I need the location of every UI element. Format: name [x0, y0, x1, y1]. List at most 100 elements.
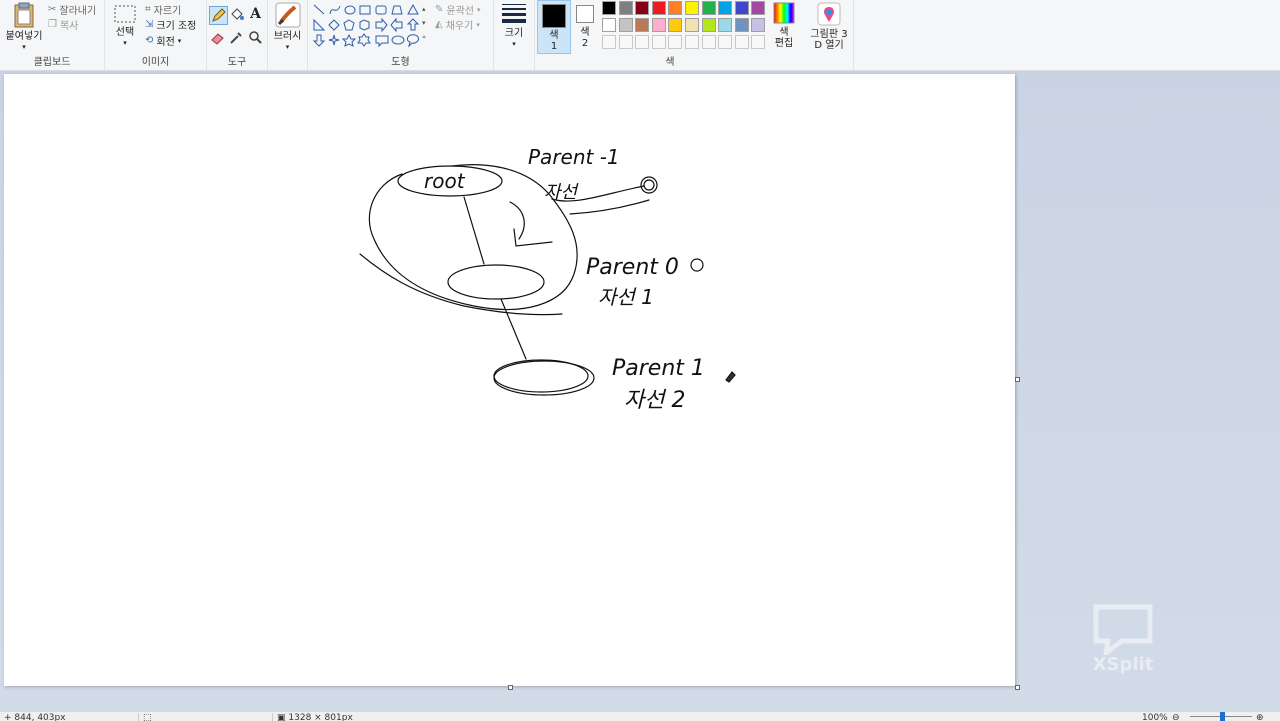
edit-colors-label-2: 편집: [774, 38, 794, 49]
copy-icon: ❐: [48, 19, 57, 30]
clipboard-group: 붙여넣기 ▾ ✂ 잘라내기 ❐ 복사 클립보드: [0, 0, 105, 70]
palette-swatch[interactable]: [618, 1, 633, 15]
eraser-tool-button[interactable]: [209, 29, 226, 46]
pencil-icon: [212, 8, 226, 22]
fill-tool-button[interactable]: [228, 6, 245, 23]
rotate-label: 회전: [156, 37, 175, 48]
paint3d-label-2: D 열기: [814, 40, 844, 51]
chevron-down-icon: ▾: [123, 39, 127, 47]
parent0-label: Parent 0: [586, 255, 679, 280]
rotate-icon: ⟲: [145, 35, 154, 46]
outline-button[interactable]: ✎ 윤곽선 ▾: [435, 2, 481, 17]
palette-swatch[interactable]: [718, 18, 733, 32]
select-label: 선택: [115, 27, 135, 38]
size-group: 크기 ▾: [494, 0, 535, 70]
palette-swatch[interactable]: [635, 1, 650, 15]
eyedropper-icon: [230, 32, 242, 44]
rotate-button[interactable]: ⟲ 회전 ▾: [145, 33, 181, 48]
palette-swatch[interactable]: [751, 18, 766, 32]
color1-label: 색: [549, 30, 559, 41]
size-button[interactable]: 크기 ▾: [498, 3, 530, 50]
palette-swatch[interactable]: [751, 1, 766, 15]
paste-label: 붙여넣기: [5, 31, 43, 42]
xsplit-watermark: XSplit: [1088, 603, 1158, 683]
palette-swatch[interactable]: [685, 18, 699, 32]
palette-swatch[interactable]: [668, 18, 683, 32]
cut-label: 잘라내기: [59, 6, 97, 17]
canvas-resize-handle-right[interactable]: [1015, 377, 1020, 382]
tools-group: A 도구: [207, 0, 268, 70]
palette-swatch[interactable]: [618, 18, 633, 32]
colors-group-label: 색: [665, 57, 675, 68]
shapes-scroll-button[interactable]: ▴ ▾ ⩡: [422, 2, 430, 46]
parent-minus1-label: Parent -1: [528, 145, 620, 169]
eraser-icon: [211, 33, 224, 45]
palette-swatch[interactable]: [635, 18, 650, 32]
palette-swatch[interactable]: [734, 18, 749, 32]
zoom-slider[interactable]: [1190, 712, 1252, 721]
custom-color-slot[interactable]: [651, 35, 666, 49]
parent1-node-ellipse-2: [493, 360, 595, 396]
palette-swatch[interactable]: [651, 1, 666, 15]
chevron-down-icon: ▾: [177, 36, 182, 45]
palette-swatch[interactable]: [685, 1, 699, 15]
custom-color-slot[interactable]: [618, 35, 633, 49]
select-button[interactable]: 선택 ▾: [109, 4, 141, 49]
custom-color-slot[interactable]: [734, 35, 749, 49]
text-tool-button[interactable]: A: [247, 6, 264, 23]
edit-colors-button[interactable]: 색 편집: [772, 2, 796, 49]
fill-label: 채우기: [445, 21, 474, 32]
custom-color-slot[interactable]: [718, 35, 733, 49]
palette-swatch[interactable]: [602, 1, 616, 15]
parent-minus1-dot-inner: [643, 179, 655, 191]
canvas-workspace: root Parent -1 자선 Parent 0 자선 1 Parent 1…: [0, 71, 1280, 711]
magnifier-tool-button[interactable]: [247, 29, 264, 46]
select-rectangle-icon: [114, 5, 136, 23]
palette-swatch[interactable]: [701, 18, 716, 32]
canvas-resize-handle-corner[interactable]: [1015, 685, 1020, 690]
paint3d-icon: [817, 2, 841, 26]
paste-icon: [14, 2, 34, 28]
image-group-label: 이미지: [141, 57, 170, 68]
text-a-icon: A: [250, 6, 261, 22]
color-picker-tool-button[interactable]: [228, 29, 245, 46]
pencil-tool-button[interactable]: [209, 6, 228, 25]
custom-color-slot[interactable]: [751, 35, 766, 49]
color1-button[interactable]: 색 1: [537, 0, 571, 54]
brushes-button[interactable]: 브러시 ▾: [270, 2, 305, 53]
resize-button[interactable]: ⇲ 크기 조정: [145, 17, 196, 32]
palette-swatch[interactable]: [602, 18, 616, 32]
color1-number: 1: [550, 41, 558, 52]
palette-swatch[interactable]: [734, 1, 749, 15]
fill-button[interactable]: ◭ 채우기 ▾: [435, 17, 480, 32]
edge-root-parent0: [463, 196, 485, 265]
palette-swatch[interactable]: [668, 1, 683, 15]
edit-colors-label-1: 색: [779, 27, 789, 38]
color2-number: 2: [581, 38, 589, 49]
shapes-gallery[interactable]: [312, 2, 424, 50]
outline-label: 윤곽선: [446, 6, 474, 17]
custom-color-slot[interactable]: [685, 35, 699, 49]
custom-color-slot[interactable]: [602, 35, 616, 49]
chevron-down-icon: ▾: [476, 20, 480, 29]
parent0-dot: [690, 258, 704, 272]
copy-button[interactable]: ❐ 복사: [48, 17, 78, 32]
paste-button[interactable]: 붙여넣기 ▾: [3, 2, 45, 53]
drawing-strokes: root Parent -1 자선 Parent 0 자선 1 Parent 1…: [359, 145, 736, 413]
palette-swatch[interactable]: [718, 1, 733, 15]
custom-color-slot[interactable]: [701, 35, 716, 49]
palette-swatch[interactable]: [701, 1, 716, 15]
edge-parent0-parent1: [500, 298, 527, 360]
color2-label: 색: [580, 27, 590, 38]
canvas-resize-handle-bottom[interactable]: [508, 685, 513, 690]
crop-button[interactable]: ⌗ 자르기: [145, 2, 181, 17]
drawing-canvas[interactable]: root Parent -1 자선 Parent 0 자선 1 Parent 1…: [4, 74, 1015, 686]
open-paint3d-button[interactable]: 그림판 3 D 열기: [807, 2, 851, 51]
palette-swatch[interactable]: [651, 18, 666, 32]
chevron-down-icon: ▾: [22, 43, 26, 51]
custom-color-slot[interactable]: [668, 35, 683, 49]
custom-color-slot[interactable]: [635, 35, 650, 49]
parent0-node-ellipse: [447, 264, 545, 300]
color2-button[interactable]: 색 2: [571, 0, 599, 52]
cut-button[interactable]: ✂ 잘라내기: [48, 2, 96, 17]
